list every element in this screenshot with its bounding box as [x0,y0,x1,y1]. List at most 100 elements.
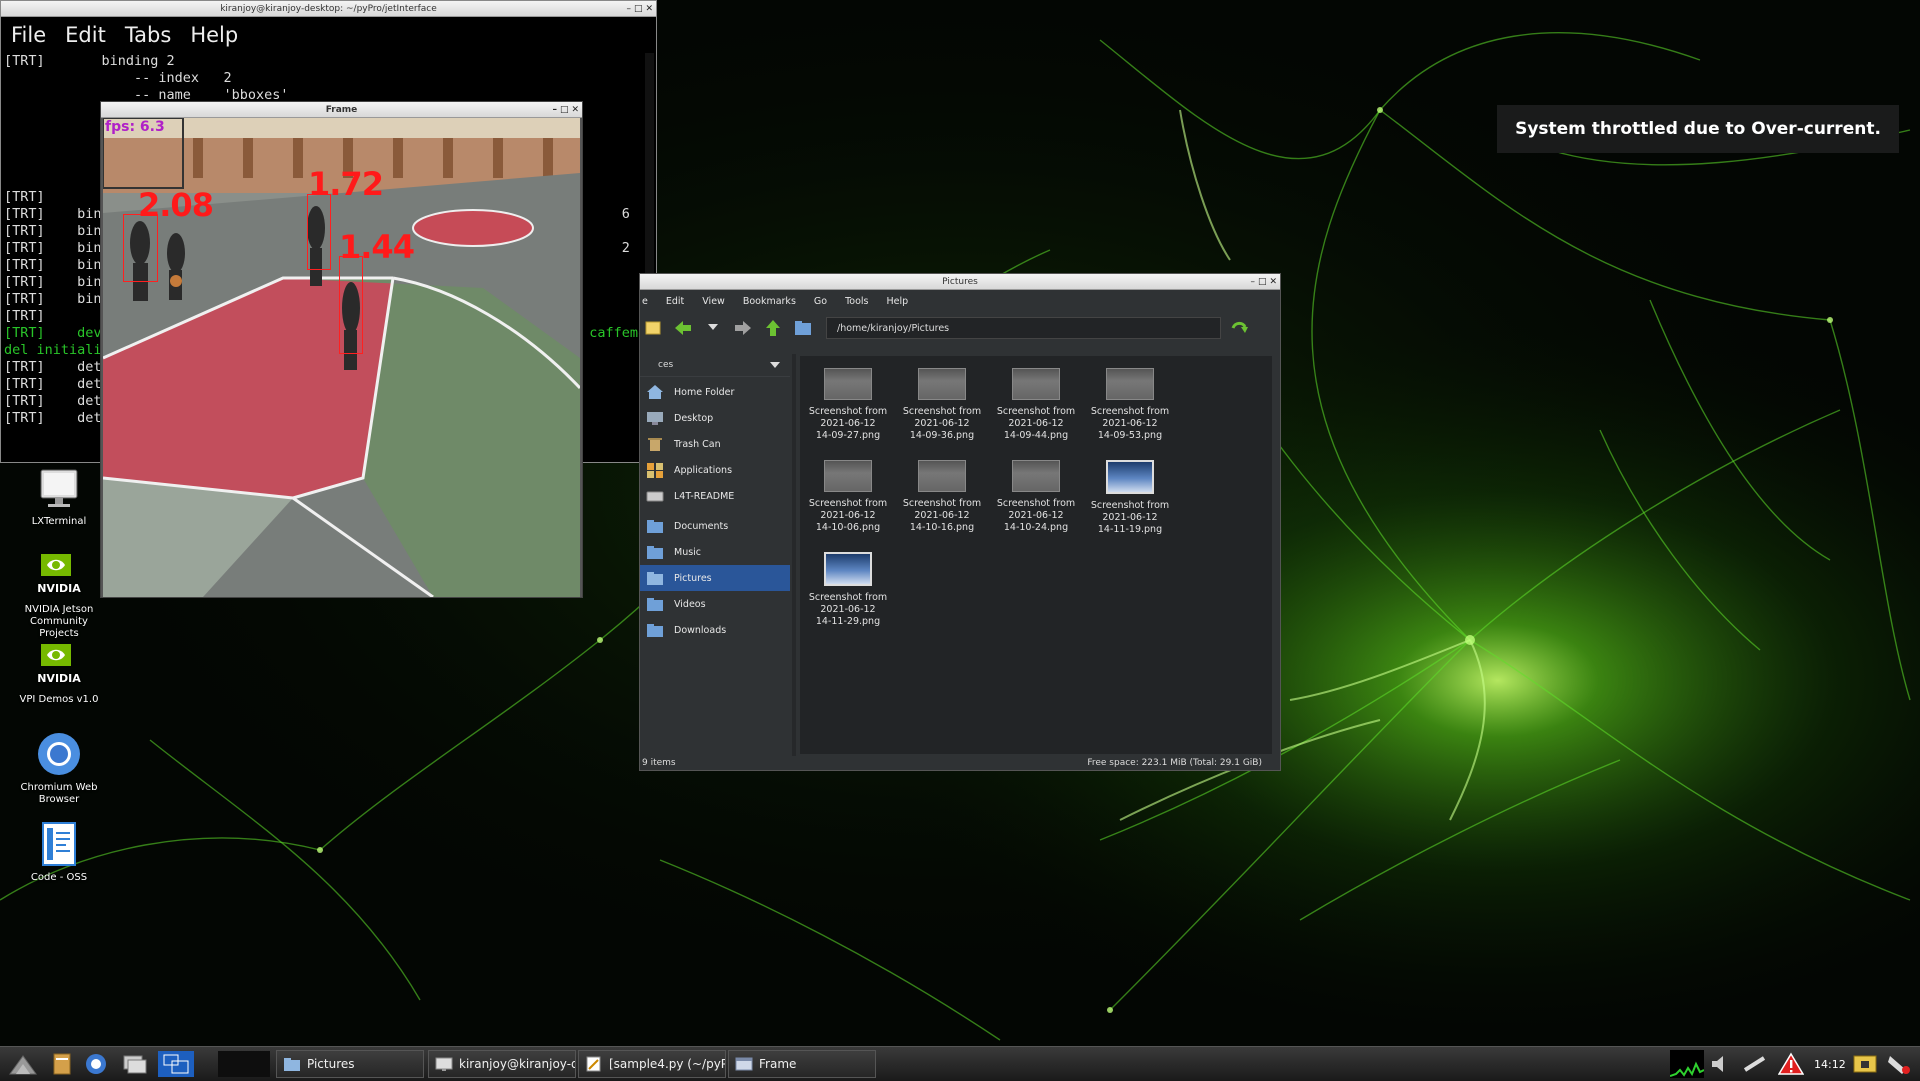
location-bar[interactable]: /home/kiranjoy/Pictures [826,317,1221,339]
maximize-icon[interactable]: □ [560,105,569,115]
maximize-icon[interactable]: □ [634,4,643,14]
history-dropdown-icon[interactable] [702,317,724,339]
sidebar-item-music[interactable]: Music [640,539,790,565]
pane-splitter[interactable] [792,354,796,756]
logout-icon[interactable] [1886,1052,1912,1076]
sidebar-item-home-folder[interactable]: Home Folder [640,379,790,405]
sidebar-item-documents[interactable]: Documents [640,513,790,539]
status-bar: 9 items Free space: 223.1 MiB (Total: 29… [640,756,1280,770]
taskbar-task-terminal[interactable]: kiranjoy@kiranjoy-d... [428,1050,576,1078]
close-icon[interactable]: ✕ [1269,277,1277,287]
menu-launcher-icon[interactable] [8,1052,37,1076]
file-name-line: 2021-06-12 [914,418,970,429]
file-item[interactable]: Screenshot from 2021-06-12 14-10-24.png [990,460,1082,534]
minimize-icon[interactable]: – [626,4,631,14]
menu-go[interactable]: Go [814,296,827,307]
menu-tools[interactable]: Tools [845,296,868,307]
sidebar-item-label: Applications [674,464,733,476]
menu-tabs[interactable]: Tabs [125,23,172,47]
file-name-line: 2021-06-12 [820,604,876,615]
desktop-icon-vpi-demos[interactable]: NVIDIA VPI Demos v1.0 [9,642,109,706]
menu-help[interactable]: Help [190,23,238,47]
taskbar-task-editor[interactable]: [sample4.py (~/pyPr... [578,1050,726,1078]
home-folder-icon[interactable] [792,317,814,339]
minimize-icon[interactable]: – [552,105,557,115]
volume-icon[interactable] [1708,1052,1734,1076]
file-item[interactable]: Screenshot from 2021-06-12 14-09-27.png [802,368,894,442]
sidebar-item-l4t-readme[interactable]: L4T-README [640,483,790,509]
file-item[interactable]: Screenshot from 2021-06-12 14-09-36.png [896,368,988,442]
workspace-switcher-icon[interactable] [158,1051,194,1077]
sidebar-item-desktop[interactable]: Desktop [640,405,790,431]
desktop-icon [647,412,663,425]
task-label: kiranjoy@kiranjoy-d... [459,1057,575,1071]
sidebar-item-label: Downloads [674,624,727,636]
file-grid[interactable]: Screenshot from 2021-06-12 14-09-27.png Scr… [800,356,1272,754]
terminal-menubar: File Edit Tabs Help [1,17,656,52]
screen-lock-icon[interactable] [1852,1052,1878,1076]
file-manager-window[interactable]: Pictures – □ ✕ e Edit View Bookmarks Go … [639,273,1281,771]
close-icon[interactable]: ✕ [571,105,579,115]
menu-edit[interactable]: Edit [65,23,106,47]
svg-text:NVIDIA: NVIDIA [37,582,81,595]
desktop-icon-code-oss[interactable]: Code - OSS [9,820,109,884]
workspace-2[interactable] [218,1051,270,1077]
sidebar-item-videos[interactable]: Videos [640,591,790,617]
file-manager-launcher-icon[interactable] [50,1052,76,1076]
window-title: kiranjoy@kiranjoy-desktop: ~/pyPro/jetIn… [220,3,437,14]
desktop-icon-label: Chromium Web Browser [20,782,98,805]
browser-launcher-icon[interactable] [84,1052,110,1076]
sidebar-item-pictures[interactable]: Pictures [640,565,790,591]
terminal-titlebar[interactable]: kiranjoy@kiranjoy-desktop: ~/pyPro/jetIn… [1,1,656,17]
terminal-icon [35,464,83,512]
clock[interactable]: 14:12 [1814,1058,1846,1071]
file-name-line: 2021-06-12 [1102,512,1158,523]
menu-edit[interactable]: Edit [666,296,684,307]
sidebar-item-trash[interactable]: Trash Can [640,431,790,457]
go-icon[interactable] [1229,317,1251,339]
show-desktop-icon[interactable] [122,1052,148,1076]
network-icon[interactable] [1742,1052,1768,1076]
menu-file[interactable]: File [11,23,46,47]
menu-file[interactable]: e [642,296,648,307]
folder-icon [647,572,663,585]
file-item[interactable]: Screenshot from 2021-06-12 14-11-29.png [802,552,894,628]
maximize-icon[interactable]: □ [1258,277,1267,287]
throttle-notification[interactable]: System throttled due to Over-current. [1497,105,1899,153]
desktop-icon-nvidia-jetson[interactable]: NVIDIA NVIDIA Jetson Community Projects [9,552,109,640]
file-name-line: 14-10-06.png [815,522,881,533]
sidebar-item-applications[interactable]: Applications [640,457,790,483]
taskbar-task-pictures[interactable]: Pictures [276,1050,424,1078]
taskbar-task-frame[interactable]: Frame [728,1050,876,1078]
image-thumbnail-icon [1106,460,1154,494]
file-item[interactable]: Screenshot from 2021-06-12 14-11-19.png [1084,460,1176,536]
menu-view[interactable]: View [702,296,725,307]
file-item[interactable]: Screenshot from 2021-06-12 14-09-53.png [1084,368,1176,442]
file-item[interactable]: Screenshot from 2021-06-12 14-10-16.png [896,460,988,534]
desktop-icon-lxterminal[interactable]: LXTerminal [9,464,109,528]
close-icon[interactable]: ✕ [645,4,653,14]
minimize-icon[interactable]: – [1250,277,1255,287]
forward-arrow-icon[interactable] [732,317,754,339]
desktop-icon-chromium[interactable]: Chromium Web Browser [9,730,109,806]
new-tab-icon[interactable] [642,317,664,339]
back-arrow-icon[interactable] [672,317,694,339]
terminal-line: [TRT] binding 2 [4,53,175,69]
file-item[interactable]: Screenshot from 2021-06-12 14-10-06.png [802,460,894,534]
side-pane-selector[interactable]: ces [640,354,790,377]
file-manager-titlebar[interactable]: Pictures – □ ✕ [640,274,1280,290]
sidebar-item-downloads[interactable]: Downloads [640,617,790,643]
terminal-icon [435,1057,453,1071]
frame-titlebar[interactable]: Frame – □ ✕ [101,102,582,118]
warning-icon[interactable] [1777,1052,1805,1076]
file-name-line: Screenshot from [1090,406,1170,417]
menu-help[interactable]: Help [886,296,908,307]
sidebar-item-label: Music [674,546,702,558]
menu-bookmarks[interactable]: Bookmarks [743,296,796,307]
frame-window[interactable]: Frame – □ ✕ fps: 6.3 2.08 1.72 1.44 [100,101,583,598]
up-arrow-icon[interactable] [762,317,784,339]
detection-box [307,194,331,270]
file-item[interactable]: Screenshot from 2021-06-12 14-09-44.png [990,368,1082,442]
file-name-line: 2021-06-12 [1008,418,1064,429]
file-name-line: 14-10-24.png [1003,522,1069,533]
